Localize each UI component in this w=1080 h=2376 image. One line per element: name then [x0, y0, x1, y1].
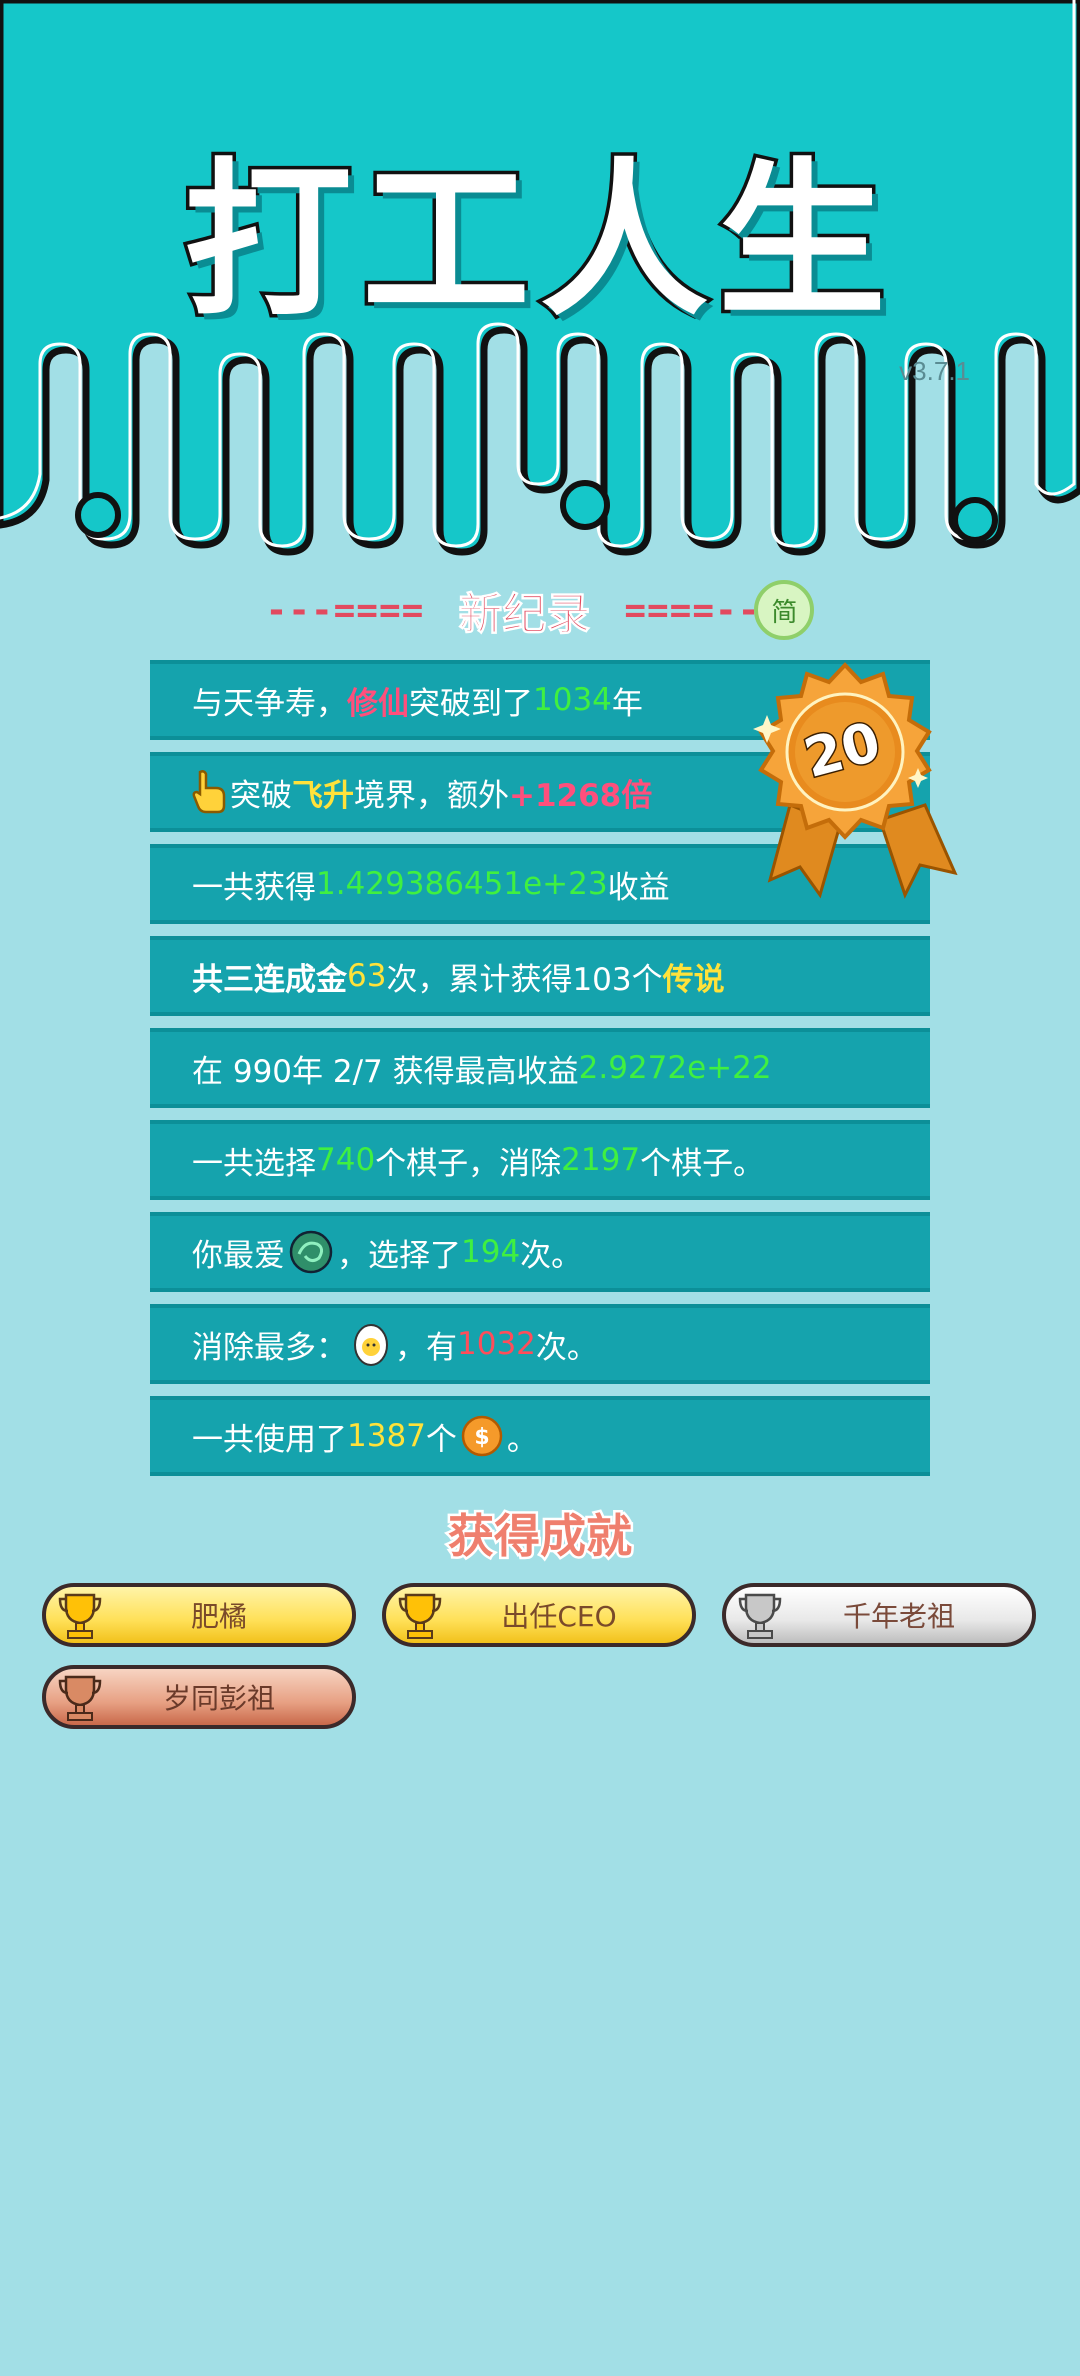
list-item: 一共使用了 1387 个 $ 。 [150, 1396, 930, 1476]
achievement-badge[interactable]: 千年老祖 [722, 1583, 1036, 1647]
trophy-icon [738, 1593, 782, 1639]
egg-icon [354, 1324, 388, 1366]
achievement-badge[interactable]: 岁同彭祖 [42, 1665, 356, 1729]
trophy-icon [398, 1593, 442, 1639]
achievement-badge[interactable]: 肥橘 [42, 1583, 356, 1647]
trophy-icon [58, 1675, 102, 1721]
list-item: 一共选择 740 个棋子，消除 2197 个棋子。 [150, 1120, 930, 1200]
coin-icon: $ [461, 1415, 503, 1457]
new-record-title: 新纪录 [458, 589, 591, 641]
list-item: 你最爱 ，选择了 194 次。 [150, 1212, 930, 1292]
achievement-badge[interactable]: 出任CEO [382, 1583, 696, 1647]
list-item: 消除最多： ，有 1032 次。 [150, 1304, 930, 1384]
trophy-icon [58, 1593, 102, 1639]
list-item: 共三连成金 63 次，累计获得103个 传说 [150, 936, 930, 1016]
rank-medal-icon: 20 [753, 662, 958, 899]
left-dashes: ---==== [265, 589, 425, 631]
pointing-hand-icon [192, 770, 226, 814]
svg-text:$: $ [474, 1425, 489, 1450]
green-marble-icon [289, 1230, 333, 1274]
achievements-title: 获得成就 [446, 1507, 635, 1566]
right-dashes: ====-- [624, 589, 761, 631]
version-label: v3.7.1 [899, 356, 970, 386]
app-title: 打工人生 [181, 140, 896, 343]
new-record-header: ---==== 新纪录 ====-- 简 [0, 575, 1080, 645]
simplified-toggle-button[interactable]: 简 [754, 580, 815, 640]
list-item: 在 990年 2/7 获得最高收益 2.9272e+22 [150, 1028, 930, 1108]
